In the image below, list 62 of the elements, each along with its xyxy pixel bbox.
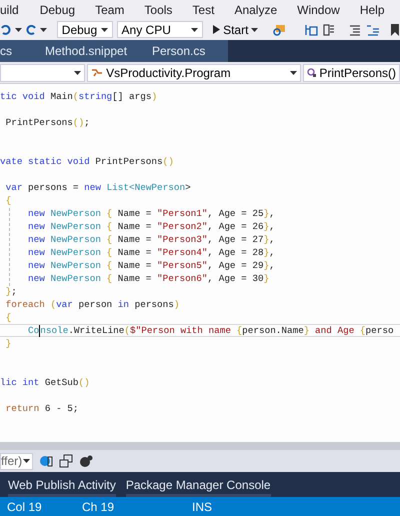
dropdown-arrow-icon bbox=[40, 28, 47, 32]
menu-item[interactable]: Debug bbox=[32, 0, 82, 18]
dropdown-arrow-icon bbox=[23, 459, 30, 463]
outdent-icon[interactable] bbox=[348, 22, 362, 36]
dropdown-arrow-icon bbox=[290, 70, 298, 74]
play-icon bbox=[213, 25, 220, 34]
comment-icon[interactable] bbox=[366, 22, 380, 36]
code-line: PrintPersons(); bbox=[4, 117, 90, 128]
type-dropdown[interactable]: VsProductivity.Program bbox=[87, 64, 302, 82]
code-line: { bbox=[4, 312, 12, 323]
code-line: var persons = new List<NewPerson> bbox=[4, 182, 191, 193]
platform-dropdown[interactable]: Any CPU bbox=[116, 21, 204, 38]
document-tab[interactable]: Person.cs bbox=[150, 40, 226, 62]
code-line: new NewPerson { Name = "Person5", Age = 29}, bbox=[27, 260, 275, 271]
character-indicator: Ch 19 bbox=[82, 498, 116, 516]
menu-item[interactable]: Window bbox=[290, 0, 347, 18]
toolbar-tool-icon[interactable] bbox=[304, 22, 318, 36]
code-line: foreach (var person in persons) bbox=[4, 299, 180, 310]
bookmark-icon[interactable] bbox=[390, 22, 400, 36]
document-tab[interactable]: Method.snippet bbox=[40, 40, 150, 62]
column-indicator: Col 19 bbox=[6, 498, 43, 516]
start-button[interactable]: Start bbox=[211, 21, 260, 38]
code-line: { bbox=[4, 195, 12, 206]
configuration-dropdown[interactable]: Debug bbox=[56, 21, 113, 38]
code-line: vate static void PrintPersons() bbox=[0, 156, 174, 167]
toolbar-tool-icon[interactable] bbox=[272, 22, 286, 36]
windows-icon[interactable] bbox=[59, 454, 73, 468]
code-line: new NewPerson { Name = "Person3", Age = 27}, bbox=[27, 234, 275, 245]
dropdown-arrow-icon bbox=[14, 28, 22, 32]
code-line: new NewPerson { Name = "Person2", Age = 26}, bbox=[27, 221, 275, 232]
undo-icon[interactable] bbox=[1, 24, 11, 34]
toolbar-tool-icon[interactable] bbox=[322, 22, 336, 36]
dropdown-arrow-icon bbox=[100, 28, 108, 32]
code-editor[interactable] bbox=[0, 84, 400, 442]
menu-item[interactable]: Help bbox=[352, 0, 392, 18]
dropdown-arrow-icon bbox=[74, 70, 82, 74]
member-dropdown[interactable]: PrintPersons() bbox=[303, 64, 400, 82]
code-line: } bbox=[4, 338, 12, 349]
dropdown-arrow-icon bbox=[191, 28, 198, 32]
class-icon bbox=[91, 68, 104, 78]
method-icon bbox=[307, 68, 318, 78]
horizontal-scrollbar[interactable] bbox=[0, 442, 400, 450]
code-line: new NewPerson { Name = "Person1", Age = 25}, bbox=[27, 208, 275, 219]
code-line: new NewPerson { Name = "Person6", Age = 30} bbox=[27, 273, 270, 284]
menu-item[interactable]: Tools bbox=[137, 0, 180, 18]
code-line: tic void Main(string[] args) bbox=[0, 91, 158, 102]
insert-mode-indicator: INS bbox=[192, 498, 212, 516]
menu-item[interactable]: Test bbox=[185, 0, 222, 18]
code-line: lic int GetSub() bbox=[0, 377, 90, 388]
output-source-dropdown[interactable]: ffer) bbox=[0, 452, 33, 470]
code-line: }; bbox=[4, 286, 17, 297]
menu-item[interactable]: uild bbox=[0, 0, 33, 18]
code-line: return 6 - 5; bbox=[4, 403, 79, 414]
code-line: Co nsole.WriteLine($"Person with name {person.Name} and Age {perso bbox=[27, 325, 394, 336]
dropdown-arrow-icon bbox=[251, 28, 258, 32]
code-line: new NewPerson { Name = "Person4", Age = 28}, bbox=[27, 247, 275, 258]
globe-icon[interactable] bbox=[39, 454, 53, 468]
menu-item[interactable]: Team bbox=[88, 0, 132, 18]
document-tab[interactable]: cs bbox=[0, 40, 40, 62]
menu-item[interactable]: Analyze bbox=[227, 0, 284, 18]
redo-icon[interactable] bbox=[26, 24, 36, 34]
text-caret-icon bbox=[39, 325, 40, 337]
